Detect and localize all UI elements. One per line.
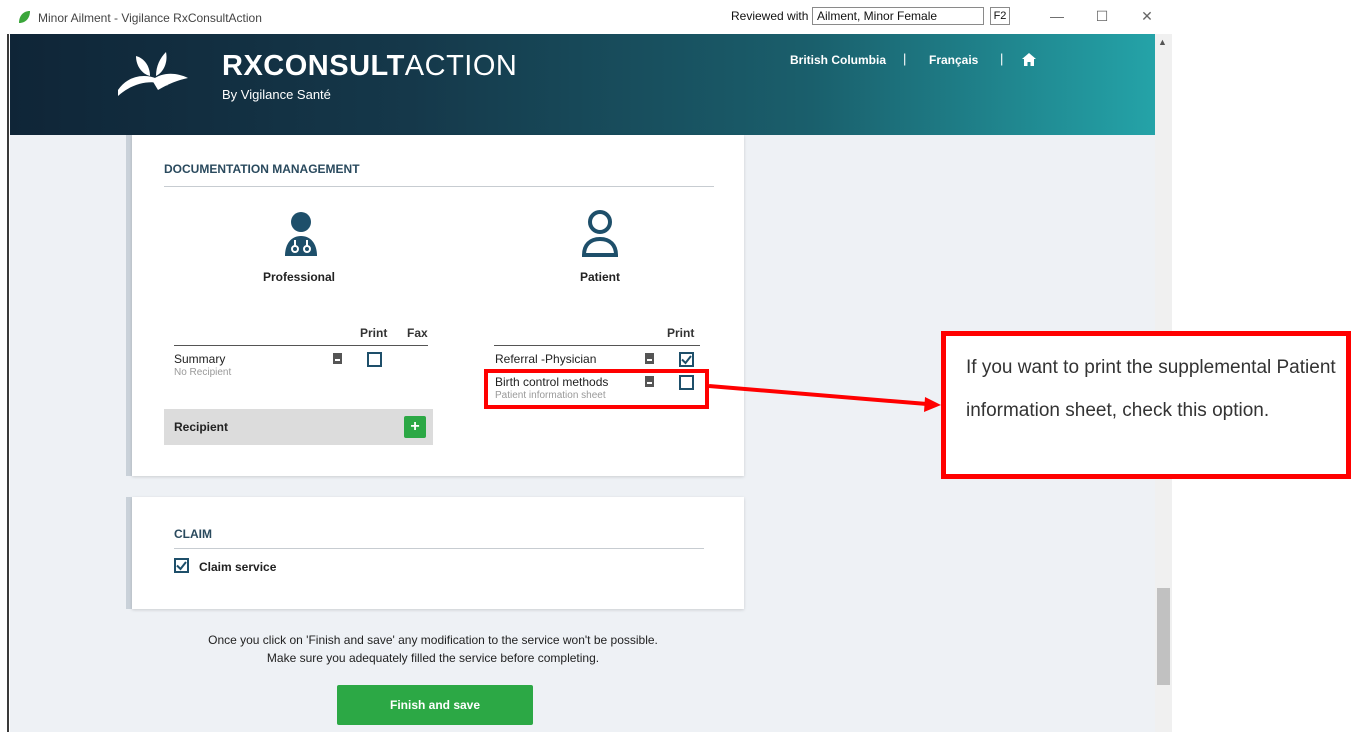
- finish-warning-line2: Make sure you adequately filled the serv…: [266, 651, 600, 665]
- summary-label: Summary: [174, 352, 226, 366]
- professional-doctor-icon: [285, 212, 317, 256]
- divider: [164, 186, 714, 187]
- f2-shortcut-button[interactable]: F2: [990, 7, 1010, 25]
- brand-name-bold: RXCONSULT: [222, 50, 405, 82]
- rxconsult-logo-icon: [118, 52, 188, 96]
- claim-service-label: Claim service: [199, 560, 277, 574]
- referral-physician-label: Referral -Physician: [495, 352, 597, 366]
- patient-user-icon: [581, 210, 619, 257]
- pdf-icon[interactable]: [333, 353, 342, 364]
- divider: [174, 548, 704, 549]
- professional-fax-header: Fax: [407, 326, 428, 340]
- patient-print-header: Print: [667, 326, 695, 340]
- professional-print-header: Print: [360, 326, 388, 340]
- scroll-up-arrow-icon[interactable]: ▲: [1158, 37, 1167, 47]
- annotation-arrow-icon: [708, 384, 941, 412]
- documentation-title: DOCUMENTATION MANAGEMENT: [164, 162, 360, 176]
- claim-card: [132, 497, 744, 609]
- finish-and-save-button[interactable]: Finish and save: [337, 685, 533, 725]
- nav-province-link[interactable]: British Columbia: [790, 53, 886, 67]
- add-recipient-button[interactable]: +: [404, 416, 426, 438]
- reviewed-with-label: Reviewed with: [731, 9, 809, 23]
- scrollbar-thumb[interactable]: [1157, 588, 1170, 685]
- nav-language-link[interactable]: Français: [929, 53, 978, 67]
- patient-table-rule: [494, 345, 700, 346]
- professional-table-rule: [174, 345, 428, 346]
- nav-separator: |: [903, 51, 907, 66]
- summary-recipient-status: No Recipient: [174, 367, 232, 378]
- nav-separator: |: [1000, 51, 1004, 66]
- brand-name-light: ACTION: [404, 50, 518, 82]
- home-icon[interactable]: [1022, 53, 1036, 66]
- claim-service-checkbox[interactable]: [174, 558, 189, 573]
- finish-warning-line1: Once you click on 'Finish and save' any …: [208, 633, 658, 647]
- annotation-text: If you want to print the supplemental Pa…: [966, 357, 1336, 421]
- summary-print-checkbox[interactable]: [367, 352, 382, 367]
- referral-print-checkbox[interactable]: [679, 352, 694, 367]
- patient-label: Patient: [579, 270, 620, 284]
- claim-title: CLAIM: [174, 527, 212, 541]
- recipient-label: Recipient: [174, 420, 229, 434]
- leaf-app-icon: [19, 11, 30, 23]
- maximize-button[interactable]: ☐: [1087, 5, 1117, 27]
- window-title: Minor Ailment - Vigilance RxConsultActio…: [38, 11, 262, 25]
- professional-label: Professional: [262, 270, 336, 284]
- window-left-edge: [7, 34, 9, 732]
- annotation-highlight: [484, 369, 709, 409]
- checkmark-icon: [176, 561, 187, 571]
- close-button[interactable]: ✕: [1132, 5, 1162, 27]
- pdf-icon[interactable]: [645, 353, 654, 364]
- minimize-button[interactable]: —: [1042, 5, 1072, 27]
- checkmark-icon: [681, 355, 692, 365]
- brand-subtitle: By Vigilance Santé: [222, 87, 331, 102]
- reviewed-with-field[interactable]: Ailment, Minor Female: [812, 7, 984, 25]
- brand-name: RXCONSULTACTION: [222, 50, 517, 83]
